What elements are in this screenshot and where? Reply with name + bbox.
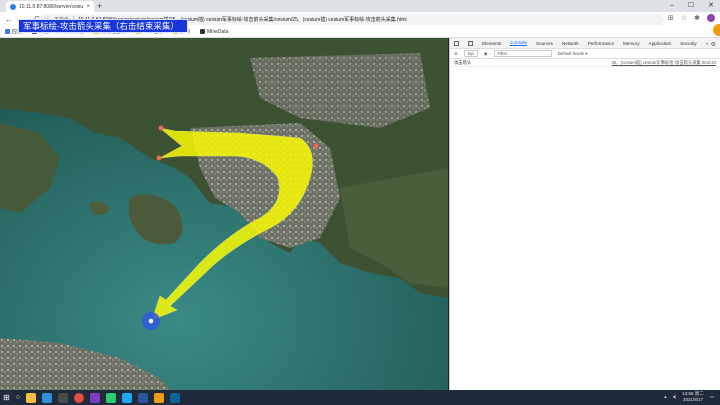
clock[interactable]: 13:56 周二 2021/8/17 — [682, 391, 704, 403]
terminal-app-icon[interactable] — [57, 392, 68, 403]
tab-security[interactable]: Security — [680, 41, 697, 46]
control-point[interactable] — [313, 143, 319, 149]
bookmark-minedata[interactable]: MineData — [200, 29, 228, 35]
inspect-icon[interactable] — [454, 40, 459, 46]
word-app-icon[interactable] — [137, 392, 148, 403]
satellite-map — [0, 38, 448, 390]
notes-app-icon[interactable] — [153, 392, 164, 403]
bookmark-label: MineData — [207, 28, 229, 35]
clock-date: 2021/8/17 — [682, 397, 703, 402]
bookmark-star-icon[interactable]: ☆ — [681, 14, 687, 24]
minedata-icon — [200, 29, 206, 34]
chrome-app-icon[interactable] — [73, 392, 84, 403]
network-icon[interactable]: ▴ — [664, 394, 666, 400]
console-log-row: 攻击箭头 25、(cesium插) cesium军事标绘-攻击箭头采集.html… — [450, 59, 720, 67]
log-source-link[interactable]: 25、(cesium插) cesium军事标绘-攻击箭头采集.html:34 — [612, 60, 716, 66]
cursor-dot — [148, 318, 154, 324]
apps-icon — [5, 29, 10, 34]
settings-gear-icon[interactable]: ⚙ — [711, 41, 716, 48]
folder-app-icon[interactable] — [25, 392, 36, 403]
clear-console-icon[interactable]: ⊘ — [454, 51, 458, 57]
map-title-banner: 军事标绘-攻击箭头采集（右击结束采集） — [18, 19, 188, 33]
mail-app-icon[interactable] — [41, 392, 52, 403]
more-tabs-button[interactable]: » — [706, 41, 709, 46]
extensions-icon[interactable]: ✱ — [694, 14, 700, 24]
tab-favicon-icon — [10, 3, 16, 10]
tab-memory[interactable]: Memory — [623, 41, 640, 46]
wechat-app-icon[interactable] — [105, 392, 116, 403]
search-icon[interactable]: ○ — [16, 394, 20, 401]
tab-network[interactable]: Network — [562, 41, 579, 46]
browser-tab[interactable]: 10.11.0.87:8080/server/cesium/... × — [6, 1, 94, 12]
console-toolbar: ⊘ top ◉ Filter Default levels ▾ — [450, 49, 720, 59]
translate-icon[interactable]: ⊞ — [668, 14, 674, 24]
start-windows-icon[interactable]: ⊞ — [3, 393, 10, 402]
toolbar-actions: ⊞ ☆ ✱ ⋮ — [668, 14, 720, 24]
tab-title: 10.11.0.87:8080/server/cesium/... — [19, 3, 84, 10]
devtools-tab-bar: Elements Console Sources Network Perform… — [450, 38, 720, 49]
minimize-icon[interactable]: – — [670, 0, 674, 12]
control-point[interactable] — [158, 125, 164, 131]
log-message: 攻击箭头 — [454, 59, 472, 65]
extension-badge[interactable] — [713, 24, 720, 36]
new-tab-button[interactable]: + — [97, 1, 102, 11]
notification-icon[interactable]: ▭ — [710, 394, 714, 400]
profile-avatar[interactable] — [707, 14, 716, 22]
control-point[interactable] — [156, 155, 162, 161]
console-filter-input[interactable]: Filter — [493, 50, 552, 57]
tab-performance[interactable]: Performance — [588, 41, 614, 46]
close-window-icon[interactable]: ✕ — [708, 0, 714, 12]
code-app-icon[interactable] — [169, 392, 180, 403]
volume-icon[interactable]: ◂) — [672, 394, 676, 400]
qq-app-icon[interactable] — [121, 392, 132, 403]
vs-app-icon[interactable] — [89, 392, 100, 403]
log-levels-select[interactable]: Default levels ▾ — [558, 51, 588, 57]
tab-close-icon[interactable]: × — [86, 4, 90, 10]
windows-taskbar: ⊞ ○ — [0, 390, 720, 405]
tab-application[interactable]: Application — [649, 41, 671, 46]
window-controls: – ☐ ✕ — [670, 0, 714, 12]
tab-strip: 10.11.0.87:8080/server/cesium/... × + – … — [0, 0, 720, 12]
tab-console[interactable]: Console — [510, 40, 528, 46]
maximize-icon[interactable]: ☐ — [688, 0, 694, 12]
context-select[interactable]: top — [463, 50, 478, 57]
tab-elements[interactable]: Elements — [482, 41, 501, 46]
system-tray: ▴ ◂) 13:56 周二 2021/8/17 ▭ — [664, 391, 714, 403]
eye-icon[interactable]: ◉ — [484, 51, 488, 57]
tab-sources[interactable]: Sources — [536, 41, 553, 46]
devtools-panel: Elements Console Sources Network Perform… — [449, 38, 720, 390]
device-toolbar-icon[interactable] — [468, 40, 473, 46]
back-icon[interactable]: ← — [5, 15, 13, 24]
cesium-map-viewport[interactable] — [0, 38, 448, 390]
